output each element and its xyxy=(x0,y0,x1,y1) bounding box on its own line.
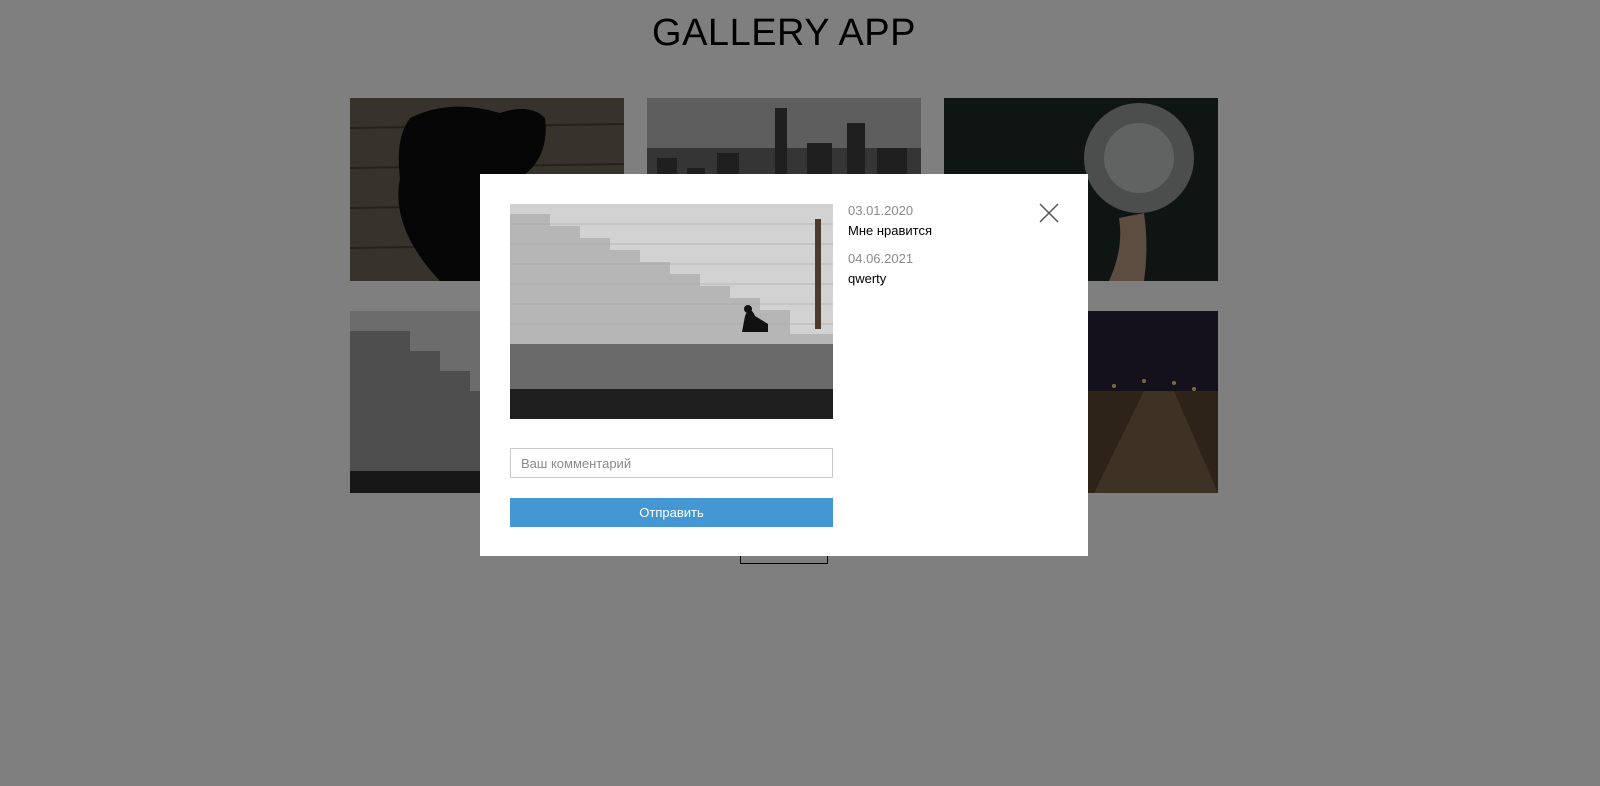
comment-item: 04.06.2021 qwerty xyxy=(848,252,1028,286)
comment-input[interactable] xyxy=(510,448,833,478)
photo-modal: 03.01.2020 Мне нравится 04.06.2021 qwert… xyxy=(480,174,1088,556)
comments-list: 03.01.2020 Мне нравится 04.06.2021 qwert… xyxy=(848,204,1028,300)
close-button[interactable] xyxy=(1036,200,1062,226)
stone-stairs-photo-icon xyxy=(510,204,833,419)
comment-text: qwerty xyxy=(848,271,887,286)
comment-item: 03.01.2020 Мне нравится xyxy=(848,204,1028,238)
comment-date: 03.01.2020 xyxy=(848,203,914,218)
gallery-page: GALLERY APP xyxy=(0,0,1600,786)
modal-photo xyxy=(510,204,833,419)
comment-text: Мне нравится xyxy=(848,223,933,238)
close-icon xyxy=(1039,203,1059,223)
submit-button[interactable]: Отправить xyxy=(510,498,833,527)
comment-date: 04.06.2021 xyxy=(848,251,914,266)
